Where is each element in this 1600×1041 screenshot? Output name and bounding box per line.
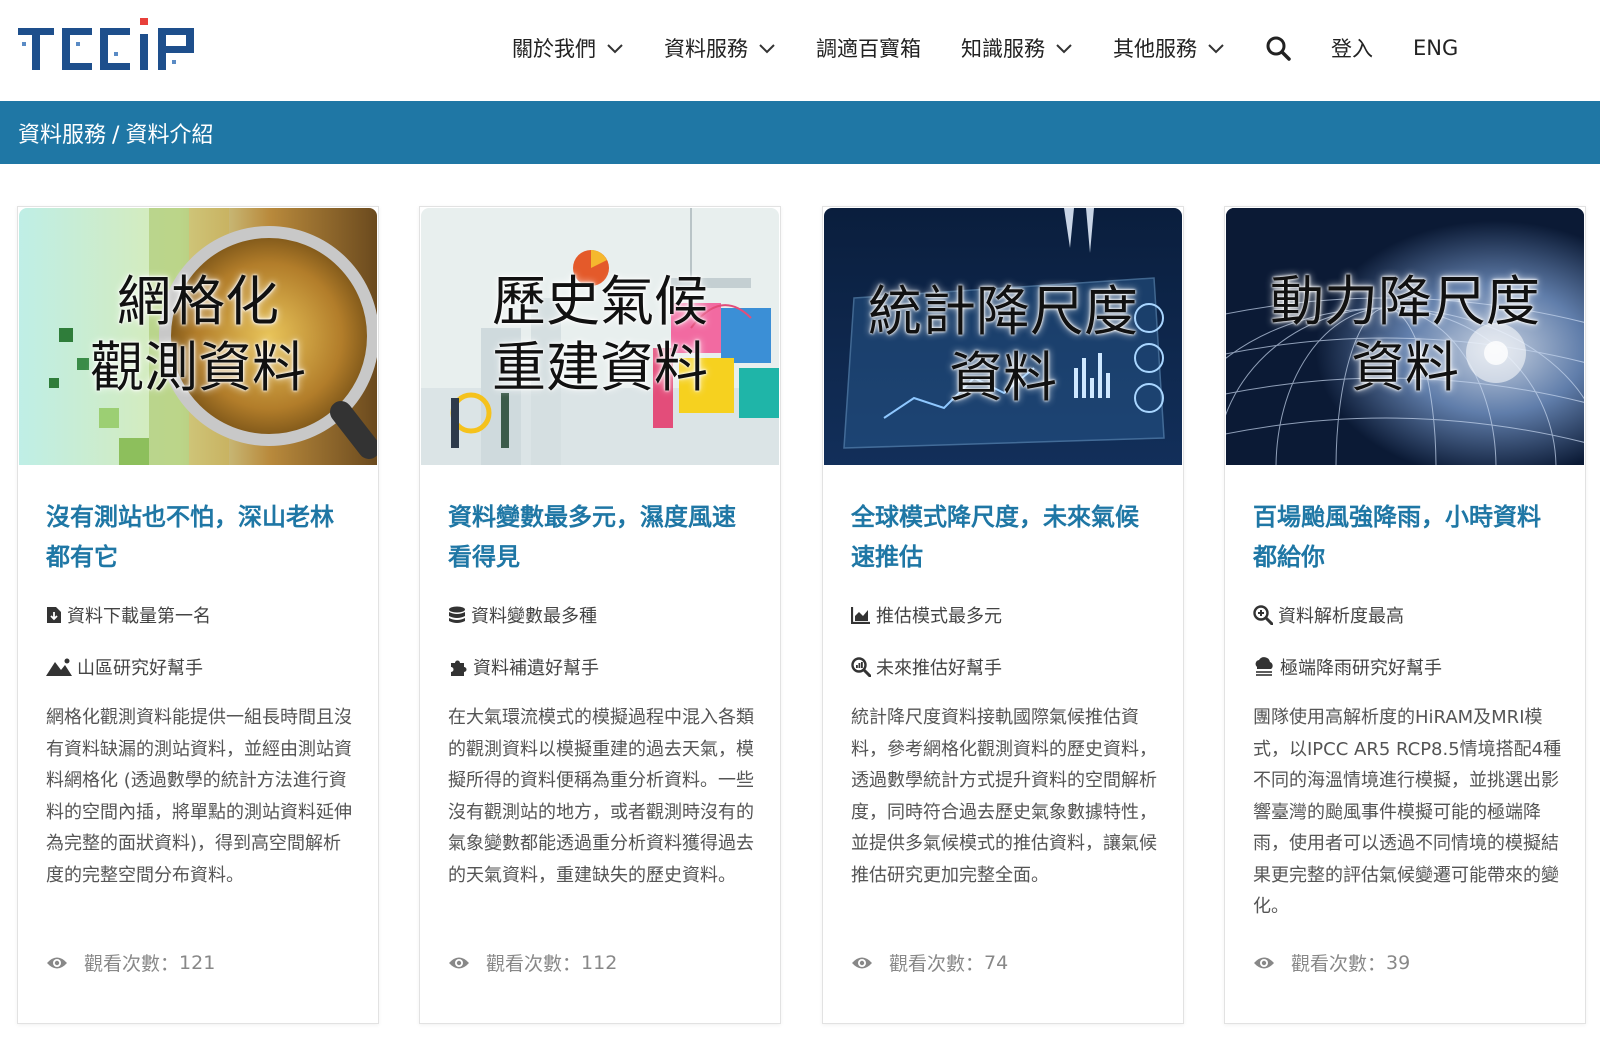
nav-other-label: 其他服務 [1113, 37, 1197, 61]
data-card-dynamical-downscaling[interactable]: 動力降尺度 資料 百場颱風強降雨，小時資料都給你 資料解析度最高 極端降雨研究好… [1224, 206, 1586, 1024]
breadcrumb-bar: 資料服務 / 資料介紹 [0, 101, 1600, 164]
nav-knowledge[interactable]: 知識服務 [961, 33, 1073, 63]
view-count: 觀看次數： 121 [46, 949, 215, 976]
card-description: 團隊使用高解析度的HiRAM及MRI模式，以IPCC AR5 RCP8.5情境搭… [1253, 707, 1562, 917]
card-image[interactable]: 歷史氣候 重建資料 [421, 208, 779, 465]
nav-other[interactable]: 其他服務 [1113, 33, 1225, 63]
card-image-title-line1: 統計降尺度 [868, 280, 1138, 343]
card-title[interactable]: 資料變數最多元，濕度風速看得見 [448, 497, 748, 577]
card-image-title-line2: 重建資料 [492, 336, 708, 399]
card-feature: 資料變數最多種 [448, 602, 597, 628]
card-title[interactable]: 沒有測站也不怕，深山老林都有它 [46, 497, 346, 577]
eye-icon [852, 957, 872, 968]
site-header: 關於我們 資料服務 調適百寶箱 知識服務 其他服務 登入 ENG [0, 0, 1600, 101]
login-link[interactable]: 登入 [1331, 33, 1373, 63]
mountain-icon [46, 658, 72, 676]
rain-cloud-icon [1255, 657, 1273, 676]
card-feature: 資料下載量第一名 [46, 602, 211, 628]
card-feature: 未來推估好幫手 [851, 654, 1002, 680]
nav-knowledge-label: 知識服務 [961, 37, 1045, 61]
card-image-title-line1: 動力降尺度 [1270, 270, 1540, 333]
breadcrumb-parent[interactable]: 資料服務 [18, 123, 106, 148]
data-card-statistical-downscaling[interactable]: 統計降尺度 資料 全球模式降尺度，未來氣候速推估 推估模式最多元 未來推估好幫手… [822, 206, 1184, 1024]
view-count-label: 觀看次數： [889, 953, 985, 975]
card-description: 統計降尺度資料接軌國際氣候推估資料，參考網格化觀測資料的歷史資料，透過數學統計方… [851, 707, 1157, 886]
card-image-title-line2: 觀測資料 [90, 336, 306, 399]
card-title[interactable]: 全球模式降尺度，未來氣候速推估 [851, 497, 1151, 577]
card-feature-text: 未來推估好幫手 [876, 658, 1002, 679]
view-count-value: 121 [179, 951, 216, 974]
view-count-value: 39 [1386, 951, 1411, 974]
card-image[interactable]: 統計降尺度 資料 [824, 208, 1182, 465]
puzzle-icon [451, 660, 467, 676]
area-chart-icon [851, 607, 870, 624]
view-count-value: 112 [581, 951, 618, 974]
data-card-gridded-obs[interactable]: 網格化 觀測資料 沒有測站也不怕，深山老林都有它 資料下載量第一名 山區研究好幫… [17, 206, 379, 1024]
nav-toolbox[interactable]: 調適百寶箱 [816, 33, 921, 63]
card-description: 網格化觀測資料能提供一組長時間且沒有資料缺漏的測站資料，並經由測站資 料網格化 … [46, 707, 352, 886]
search-plus-icon [1253, 605, 1273, 625]
nav-data-service-label: 資料服務 [664, 37, 748, 61]
chevron-down-icon [607, 44, 623, 54]
card-feature-text: 資料下載量第一名 [67, 606, 211, 627]
card-feature: 推估模式最多元 [851, 602, 1002, 628]
language-switch[interactable]: ENG [1413, 36, 1458, 60]
eye-icon [1254, 957, 1274, 968]
tccip-logo[interactable] [16, 12, 202, 76]
breadcrumb-current: 資料介紹 [125, 123, 214, 148]
card-image[interactable]: 動力降尺度 資料 [1226, 208, 1584, 465]
card-description: 在大氣環流模式的模擬過程中混入各類的觀測資料以模擬重建的過去天氣，模擬所得的資料… [448, 707, 754, 886]
logo-mark [18, 18, 194, 70]
view-count-label: 觀看次數： [1291, 953, 1387, 975]
card-image-title-line1: 網格化 [117, 270, 279, 333]
card-feature-text: 極端降雨研究好幫手 [1280, 658, 1442, 679]
breadcrumb: 資料服務 / 資料介紹 [18, 117, 213, 149]
card-feature-text: 資料變數最多種 [471, 606, 597, 627]
nav-toolbox-label: 調適百寶箱 [816, 37, 921, 61]
data-card-reanalysis[interactable]: 歷史氣候 重建資料 資料變數最多元，濕度風速看得見 資料變數最多種 資料補遺好幫… [419, 206, 781, 1024]
view-count-label: 觀看次數： [84, 953, 180, 975]
view-count: 觀看次數： 39 [1253, 949, 1410, 976]
card-feature-text: 資料補遺好幫手 [473, 658, 599, 679]
view-count-label: 觀看次數： [486, 953, 582, 975]
nav-data-service[interactable]: 資料服務 [664, 33, 776, 63]
eye-icon [47, 957, 67, 968]
card-feature: 資料解析度最高 [1253, 602, 1404, 628]
card-feature-text: 資料解析度最高 [1278, 606, 1404, 627]
file-download-icon [47, 607, 61, 623]
card-image[interactable]: 網格化 觀測資料 [19, 208, 377, 465]
card-image-title-line2: 資料 [1351, 336, 1459, 399]
chevron-down-icon [1208, 44, 1224, 54]
view-count: 觀看次數： 74 [851, 949, 1008, 976]
breadcrumb-separator: / [112, 123, 120, 148]
database-icon [449, 606, 465, 623]
chevron-down-icon [759, 44, 775, 54]
eye-icon [449, 957, 469, 968]
chevron-down-icon [1056, 44, 1072, 54]
search-icon[interactable] [1265, 35, 1291, 61]
nav-about[interactable]: 關於我們 [512, 33, 624, 63]
card-feature: 資料補遺好幫手 [448, 654, 599, 680]
nav-about-label: 關於我們 [512, 37, 596, 61]
view-count-value: 74 [984, 951, 1009, 974]
card-feature-text: 山區研究好幫手 [77, 658, 203, 679]
card-feature-text: 推估模式最多元 [876, 606, 1002, 627]
card-image-title-line2: 資料 [949, 346, 1057, 409]
view-count: 觀看次數： 112 [448, 949, 617, 976]
main-nav: 關於我們 資料服務 調適百寶箱 知識服務 其他服務 登入 ENG [512, 28, 1498, 68]
search-chart-icon [851, 657, 871, 677]
card-feature: 山區研究好幫手 [46, 654, 203, 680]
card-image-title-line1: 歷史氣候 [492, 270, 708, 333]
card-feature: 極端降雨研究好幫手 [1253, 654, 1442, 680]
card-title[interactable]: 百場颱風強降雨，小時資料都給你 [1253, 497, 1553, 577]
